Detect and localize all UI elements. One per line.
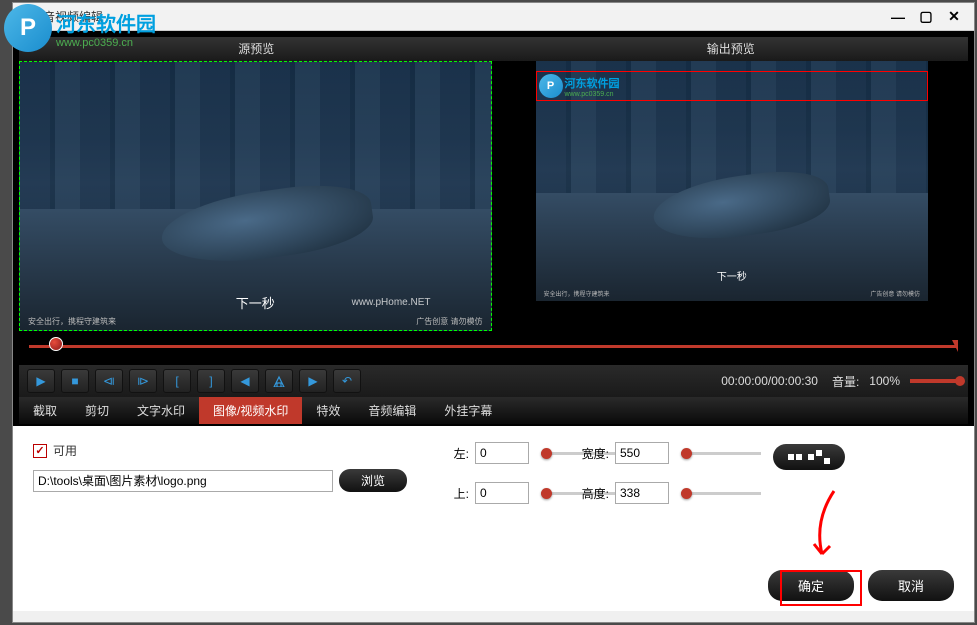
tab-clip[interactable]: 截取 bbox=[19, 397, 71, 424]
phome-watermark: www.pHome.NET bbox=[352, 297, 431, 308]
maximize-button[interactable]: ▢ bbox=[914, 8, 938, 26]
volume-label: 音量: bbox=[832, 373, 859, 390]
source-footer-left: 安全出行，携程守建筑来 bbox=[28, 316, 116, 327]
volume-knob[interactable] bbox=[955, 376, 965, 386]
jump-back-button[interactable]: ◀ bbox=[231, 369, 259, 393]
output-subtitle: 下一秒 bbox=[717, 268, 747, 283]
annotation-arrow-icon bbox=[804, 486, 844, 566]
height-label: 高度: bbox=[573, 485, 609, 502]
stop-button[interactable]: ■ bbox=[61, 369, 89, 393]
tab-image-watermark[interactable]: 图像/视频水印 bbox=[199, 397, 302, 424]
enable-label: 可用 bbox=[53, 442, 77, 459]
source-preview-panel[interactable]: 下一秒 www.pHome.NET 安全出行，携程守建筑来 广告创意 请勿模仿 bbox=[19, 61, 492, 331]
logo-sub-text: www.pc0359.cn bbox=[56, 37, 156, 49]
timeline-end-marker[interactable] bbox=[952, 340, 958, 352]
output-preview-header: 输出预览 bbox=[494, 37, 969, 61]
bracket-right-button[interactable]: ] bbox=[197, 369, 225, 393]
next-frame-button[interactable]: ⧐ bbox=[129, 369, 157, 393]
dot-icon bbox=[824, 458, 830, 464]
tabs-bar: 截取 剪切 文字水印 图像/视频水印 特效 音频编辑 外挂字幕 bbox=[19, 397, 968, 424]
overlay-logo-text: 河东软件园 bbox=[565, 75, 620, 91]
output-footer-left: 安全出行，携程守建筑来 bbox=[544, 289, 610, 298]
tab-subtitles[interactable]: 外挂字幕 bbox=[430, 397, 506, 424]
output-footer-right: 广告创意 请勿模仿 bbox=[870, 289, 920, 298]
width-label: 宽度: bbox=[573, 445, 609, 462]
width-input[interactable] bbox=[615, 442, 669, 464]
confirm-button[interactable]: 确定 bbox=[768, 570, 854, 601]
logo-main-text: 河东软件园 bbox=[56, 8, 156, 37]
source-subtitle: 下一秒 bbox=[236, 293, 275, 312]
left-input[interactable] bbox=[475, 442, 529, 464]
width-slider[interactable] bbox=[681, 452, 761, 455]
prev-frame-button[interactable]: ⧏ bbox=[95, 369, 123, 393]
position-preset-button[interactable] bbox=[773, 444, 845, 470]
dot-icon bbox=[816, 450, 822, 456]
dot-icon bbox=[808, 454, 814, 460]
timeline-handle[interactable] bbox=[49, 337, 63, 351]
jump-home-button[interactable] bbox=[265, 369, 293, 393]
watermark-editor-panel: 可用 浏览 左: 上: 宽度: 高度: bbox=[13, 426, 974, 611]
time-display: 00:00:00/00:00:30 bbox=[721, 374, 818, 388]
output-preview-panel[interactable]: P 河东软件园 www.pc0359.cn 下一秒 安全出行，携程守建筑来 广告… bbox=[496, 61, 969, 331]
close-button[interactable]: ✕ bbox=[942, 8, 966, 26]
overlay-logo-url: www.pc0359.cn bbox=[565, 91, 620, 98]
top-input[interactable] bbox=[475, 482, 529, 504]
undo-button[interactable]: ↶ bbox=[333, 369, 361, 393]
bracket-left-button[interactable]: [ bbox=[163, 369, 191, 393]
dot-icon bbox=[788, 454, 794, 460]
browse-button[interactable]: 浏览 bbox=[339, 469, 407, 492]
watermark-path-input[interactable] bbox=[33, 470, 333, 492]
height-input[interactable] bbox=[615, 482, 669, 504]
tab-cut[interactable]: 剪切 bbox=[71, 397, 123, 424]
cancel-button[interactable]: 取消 bbox=[868, 570, 954, 601]
page-watermark-logo: P 河东软件园 www.pc0359.cn bbox=[0, 0, 160, 56]
left-label: 左: bbox=[433, 445, 469, 462]
volume-value: 100% bbox=[869, 374, 900, 388]
top-label: 上: bbox=[433, 485, 469, 502]
tab-audio-edit[interactable]: 音频编辑 bbox=[354, 397, 430, 424]
enable-checkbox[interactable] bbox=[33, 444, 47, 458]
timeline-slider[interactable] bbox=[29, 337, 958, 357]
source-footer-right: 广告创意 请勿模仿 bbox=[416, 316, 482, 327]
play-button[interactable]: ▶ bbox=[27, 369, 55, 393]
tab-effects[interactable]: 特效 bbox=[302, 397, 354, 424]
overlay-logo-icon: P bbox=[539, 74, 563, 98]
dot-icon bbox=[796, 454, 802, 460]
watermark-overlay-box[interactable]: P 河东软件园 www.pc0359.cn bbox=[536, 71, 929, 101]
minimize-button[interactable]: — bbox=[886, 8, 910, 26]
jump-forward-button[interactable]: ▶ bbox=[299, 369, 327, 393]
logo-circle-icon: P bbox=[4, 4, 52, 52]
volume-slider[interactable] bbox=[910, 379, 960, 383]
tab-text-watermark[interactable]: 文字水印 bbox=[123, 397, 199, 424]
height-slider[interactable] bbox=[681, 492, 761, 495]
